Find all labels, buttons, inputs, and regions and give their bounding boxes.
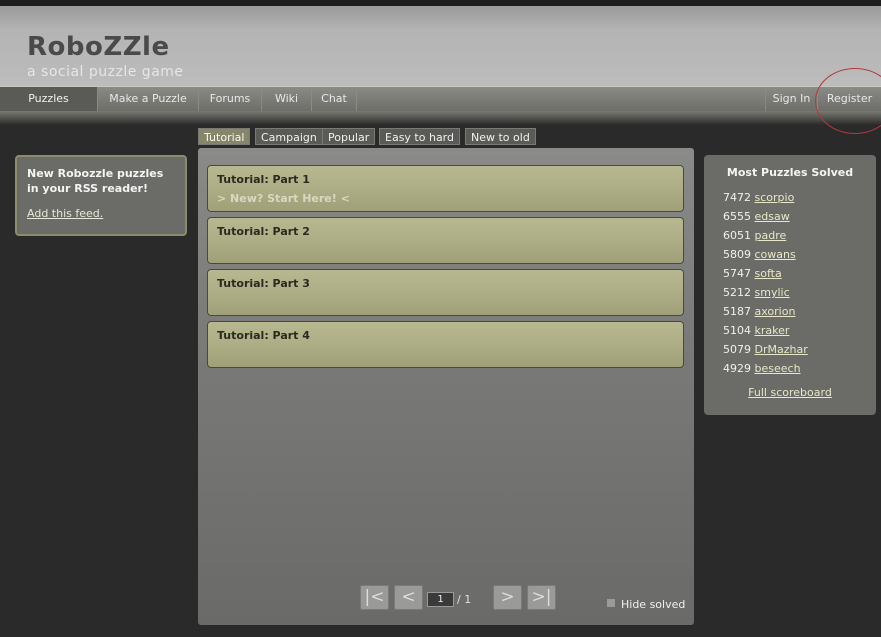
- score-user-link[interactable]: scorpio: [755, 191, 795, 204]
- hide-solved-checkbox[interactable]: [606, 598, 616, 608]
- page-number-input[interactable]: 1: [427, 592, 454, 607]
- scoreboard-row: 5104 kraker: [723, 321, 876, 340]
- scoreboard-row: 6555 edsaw: [723, 207, 876, 226]
- scoreboard-box: Most Puzzles Solved 7472 scorpio 6555 ed…: [704, 155, 876, 415]
- site-logo-title[interactable]: RoboZZle: [27, 32, 170, 62]
- scoreboard-row: 5747 softa: [723, 264, 876, 283]
- scoreboard-row: 4929 beseech: [723, 359, 876, 378]
- score-count: 5212: [723, 286, 751, 299]
- scoreboard-row: 5212 smylic: [723, 283, 876, 302]
- prev-page-button[interactable]: <: [394, 585, 423, 610]
- score-user-link[interactable]: smylic: [755, 286, 790, 299]
- scoreboard-row: 7472 scorpio: [723, 188, 876, 207]
- scoreboard-row: 5079 DrMazhar: [723, 340, 876, 359]
- score-count: 6051: [723, 229, 751, 242]
- add-feed-link[interactable]: Add this feed.: [27, 207, 175, 220]
- page-total: / 1: [457, 593, 472, 606]
- first-page-button[interactable]: |<: [360, 585, 389, 610]
- scoreboard-row: 6051 padre: [723, 226, 876, 245]
- tab-popular[interactable]: Popular: [322, 128, 376, 145]
- scoreboard-list: 7472 scorpio 6555 edsaw 6051 padre 5809 …: [723, 188, 876, 378]
- main-nav: Puzzles Make a Puzzle Forums Wiki Chat S…: [0, 86, 881, 111]
- nav-item-puzzles[interactable]: Puzzles: [0, 87, 98, 111]
- last-page-button[interactable]: >|: [527, 585, 556, 610]
- rss-promo-box: New Robozzle puzzles in your RSS reader!…: [15, 155, 187, 236]
- score-user-link[interactable]: softa: [755, 267, 782, 280]
- nav-item-wiki[interactable]: Wiki: [262, 87, 312, 111]
- sign-in-link[interactable]: Sign In: [765, 87, 817, 111]
- puzzle-item[interactable]: Tutorial: Part 3: [207, 269, 684, 316]
- score-count: 5187: [723, 305, 751, 318]
- puzzle-title: Tutorial: Part 4: [217, 329, 310, 342]
- full-scoreboard-link[interactable]: Full scoreboard: [704, 386, 876, 399]
- score-user-link[interactable]: axorion: [755, 305, 796, 318]
- hide-solved-label[interactable]: Hide solved: [621, 598, 685, 611]
- tab-new-to-old[interactable]: New to old: [465, 128, 536, 145]
- score-user-link[interactable]: beseech: [755, 362, 801, 375]
- score-user-link[interactable]: edsaw: [755, 210, 790, 223]
- score-user-link[interactable]: padre: [755, 229, 787, 242]
- puzzle-item[interactable]: Tutorial: Part 4: [207, 321, 684, 368]
- score-count: 5809: [723, 248, 751, 261]
- rss-promo-title: New Robozzle puzzles in your RSS reader!: [27, 167, 164, 195]
- tab-easy-to-hard[interactable]: Easy to hard: [379, 128, 460, 145]
- scoreboard-title: Most Puzzles Solved: [726, 166, 854, 179]
- puzzle-item[interactable]: Tutorial: Part 1 > New? Start Here! <: [207, 165, 684, 212]
- score-count: 5747: [723, 267, 751, 280]
- next-page-button[interactable]: >: [493, 585, 522, 610]
- puzzle-item[interactable]: Tutorial: Part 2: [207, 217, 684, 264]
- score-user-link[interactable]: DrMazhar: [755, 343, 808, 356]
- nav-item-forums[interactable]: Forums: [199, 87, 262, 111]
- nav-item-make-a-puzzle[interactable]: Make a Puzzle: [98, 87, 199, 111]
- puzzle-title: Tutorial: Part 3: [217, 277, 310, 290]
- site-header: RoboZZle a social puzzle game: [0, 0, 881, 86]
- puzzle-subtitle: > New? Start Here! <: [217, 192, 350, 205]
- score-count: 5079: [723, 343, 751, 356]
- score-count: 4929: [723, 362, 751, 375]
- score-user-link[interactable]: kraker: [755, 324, 790, 337]
- nav-shadow: [0, 111, 881, 125]
- score-user-link[interactable]: cowans: [755, 248, 796, 261]
- tab-tutorial[interactable]: Tutorial: [198, 128, 251, 145]
- puzzle-title: Tutorial: Part 2: [217, 225, 310, 238]
- score-count: 7472: [723, 191, 751, 204]
- scoreboard-row: 5809 cowans: [723, 245, 876, 264]
- nav-item-chat[interactable]: Chat: [312, 87, 357, 111]
- puzzle-list-panel: Tutorial: Part 1 > New? Start Here! < Tu…: [198, 148, 694, 625]
- score-count: 6555: [723, 210, 751, 223]
- puzzle-title: Tutorial: Part 1: [217, 173, 310, 186]
- site-tagline: a social puzzle game: [27, 64, 184, 80]
- score-count: 5104: [723, 324, 751, 337]
- tab-campaign[interactable]: Campaign: [255, 128, 323, 145]
- register-link[interactable]: Register: [817, 87, 881, 111]
- scoreboard-row: 5187 axorion: [723, 302, 876, 321]
